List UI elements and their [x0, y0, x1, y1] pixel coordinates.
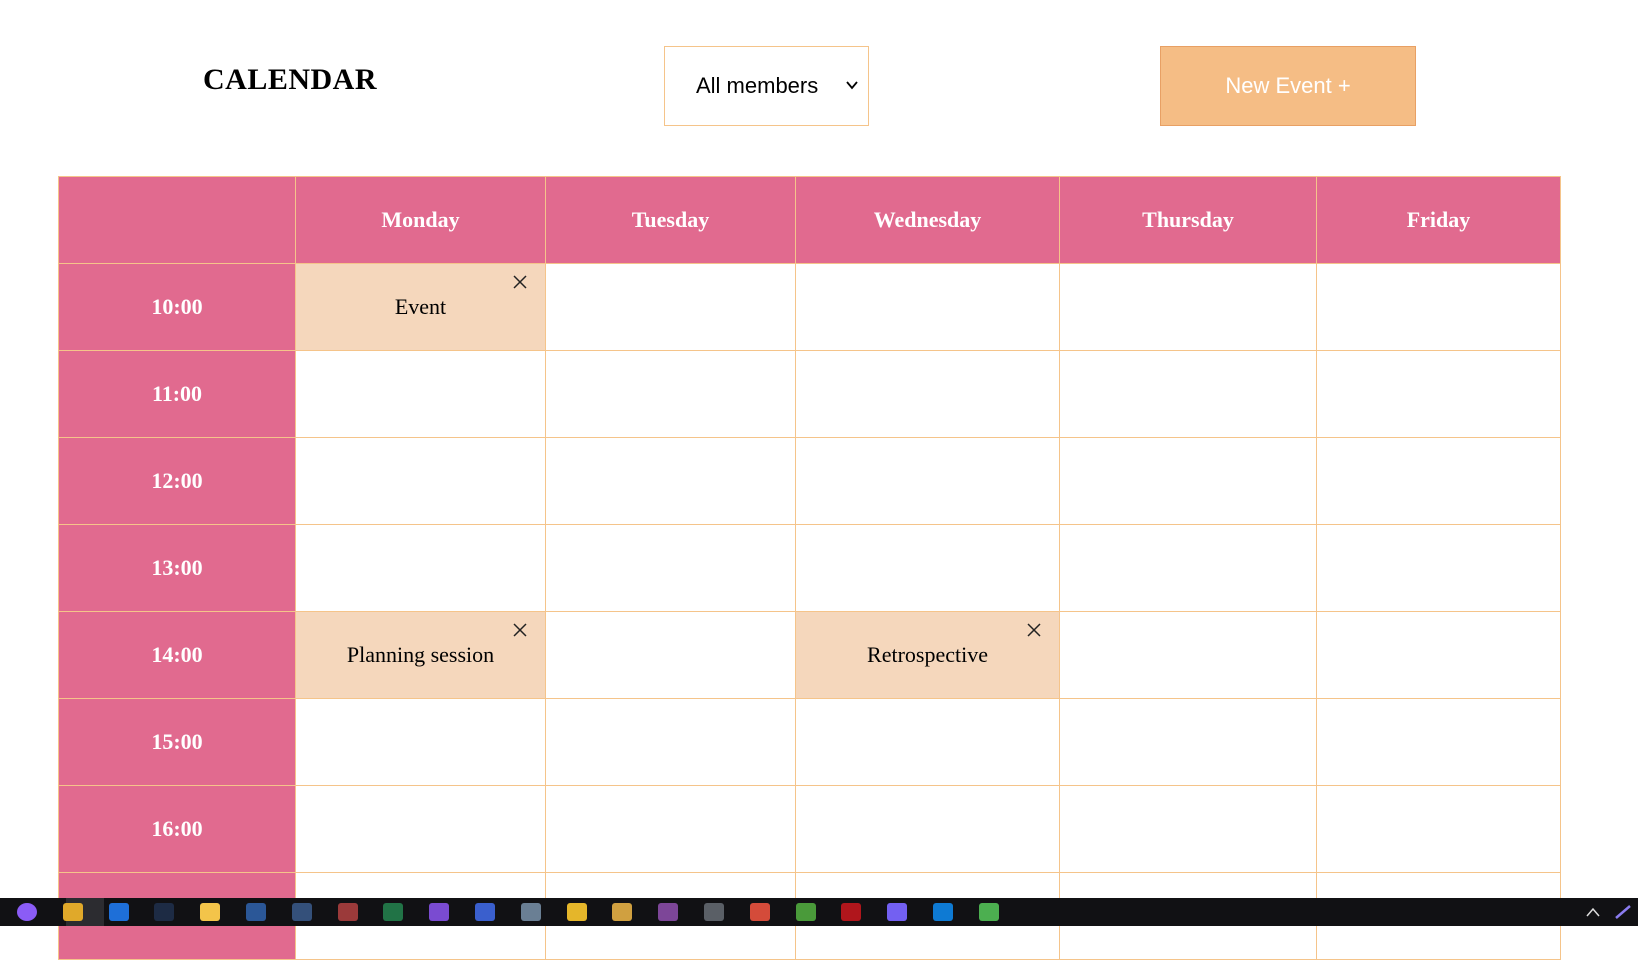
vscode-icon[interactable]	[933, 903, 953, 921]
chrome-icon[interactable]	[62, 903, 83, 921]
event-cell[interactable]: Retrospective	[795, 611, 1060, 699]
chevron-down-icon	[846, 81, 858, 90]
chevron-up-icon[interactable]	[1585, 906, 1601, 918]
corner-cell	[58, 176, 296, 264]
tor-icon[interactable]	[658, 903, 679, 921]
time-row: 12:00	[58, 437, 1561, 525]
time-label: 10:00	[58, 263, 296, 351]
day-header-thursday: Thursday	[1059, 176, 1317, 264]
time-slot[interactable]	[795, 785, 1060, 873]
event-cell[interactable]: Planning session	[295, 611, 546, 699]
time-slot[interactable]	[545, 524, 796, 612]
edge-icon[interactable]	[108, 903, 129, 921]
close-icon[interactable]	[512, 274, 528, 290]
time-slot[interactable]	[545, 611, 796, 699]
visual-studio-icon[interactable]	[429, 903, 450, 921]
lightroom-icon[interactable]	[154, 903, 175, 921]
time-row: 15:00	[58, 698, 1561, 786]
time-row: 10:00 Event	[58, 263, 1561, 351]
member-filter-select[interactable]: All members	[664, 46, 869, 126]
time-row: 16:00	[58, 785, 1561, 873]
winrar-icon[interactable]	[337, 903, 358, 921]
time-slot[interactable]	[795, 263, 1060, 351]
time-slot[interactable]	[795, 437, 1060, 525]
calendar-header: CALENDAR All members New Event +	[0, 0, 1638, 170]
camera-icon[interactable]	[704, 903, 724, 921]
time-label: 16:00	[58, 785, 296, 873]
time-row: 13:00	[58, 524, 1561, 612]
time-slot[interactable]	[295, 437, 546, 525]
time-slot[interactable]	[545, 437, 796, 525]
time-label: 11:00	[58, 350, 296, 438]
time-slot[interactable]	[1059, 698, 1317, 786]
event-cell[interactable]: Event	[295, 263, 546, 351]
time-slot[interactable]	[1316, 611, 1561, 699]
day-header-friday: Friday	[1316, 176, 1561, 264]
event-name: Planning session	[346, 642, 495, 667]
new-event-button[interactable]: New Event +	[1160, 46, 1416, 126]
calendar-grid: Monday Tuesday Wednesday Thursday Friday 10:…	[58, 176, 1561, 960]
windows-taskbar	[0, 898, 1638, 926]
time-slot[interactable]	[1059, 437, 1317, 525]
time-slot[interactable]	[545, 350, 796, 438]
close-icon[interactable]	[512, 622, 528, 638]
notepad-icon[interactable]	[978, 903, 999, 921]
time-slot[interactable]	[295, 698, 546, 786]
magic-wand-icon[interactable]	[612, 903, 633, 921]
time-slot[interactable]	[545, 785, 796, 873]
day-header-monday: Monday	[295, 176, 546, 264]
time-label: 12:00	[58, 437, 296, 525]
event-name: Event	[394, 294, 447, 319]
ccleaner-icon[interactable]	[749, 903, 770, 921]
time-slot[interactable]	[795, 350, 1060, 438]
close-icon[interactable]	[1026, 622, 1042, 638]
file-explorer-icon[interactable]	[200, 903, 221, 921]
cortana-icon[interactable]	[17, 903, 37, 921]
time-slot[interactable]	[1316, 263, 1561, 351]
time-slot[interactable]	[1059, 350, 1317, 438]
time-slot[interactable]	[1059, 524, 1317, 612]
time-slot[interactable]	[1316, 698, 1561, 786]
day-header-wednesday: Wednesday	[795, 176, 1060, 264]
time-row: 11:00	[58, 350, 1561, 438]
filezilla-icon[interactable]	[841, 903, 862, 921]
time-label: 13:00	[58, 524, 296, 612]
member-filter-value: All members	[696, 73, 819, 98]
time-slot[interactable]	[545, 698, 796, 786]
time-slot[interactable]	[295, 524, 546, 612]
time-slot[interactable]	[1316, 437, 1561, 525]
app-icon[interactable]	[291, 903, 312, 921]
plex-icon[interactable]	[566, 903, 587, 921]
time-slot[interactable]	[1316, 785, 1561, 873]
viber-icon[interactable]	[887, 903, 908, 921]
day-header-row: Monday Tuesday Wednesday Thursday Friday	[58, 176, 1561, 264]
day-header-tuesday: Tuesday	[545, 176, 796, 264]
time-row: 14:00 Planning session Retrospective	[58, 611, 1561, 699]
time-slot[interactable]	[795, 524, 1060, 612]
excel-icon[interactable]	[383, 903, 404, 921]
network-icon[interactable]	[520, 903, 541, 921]
time-slot[interactable]	[1059, 263, 1317, 351]
time-slot[interactable]	[1059, 785, 1317, 873]
time-slot[interactable]	[1316, 524, 1561, 612]
time-slot[interactable]	[295, 350, 546, 438]
time-label: 15:00	[58, 698, 296, 786]
word-icon[interactable]	[246, 903, 266, 921]
event-name: Retrospective	[867, 642, 988, 667]
calendar-body: 10:00 Event 11:00 12:00 13:00 14:00 Planning s…	[58, 263, 1561, 960]
page-title: CALENDAR	[203, 63, 378, 96]
time-slot[interactable]	[1059, 611, 1317, 699]
time-slot[interactable]	[295, 785, 546, 873]
utorrent-icon[interactable]	[795, 903, 816, 921]
time-label: 14:00	[58, 611, 296, 699]
time-slot[interactable]	[795, 698, 1060, 786]
time-slot[interactable]	[1316, 350, 1561, 438]
pen-icon[interactable]	[1614, 904, 1632, 920]
save-icon[interactable]	[475, 903, 495, 921]
time-slot[interactable]	[545, 263, 796, 351]
